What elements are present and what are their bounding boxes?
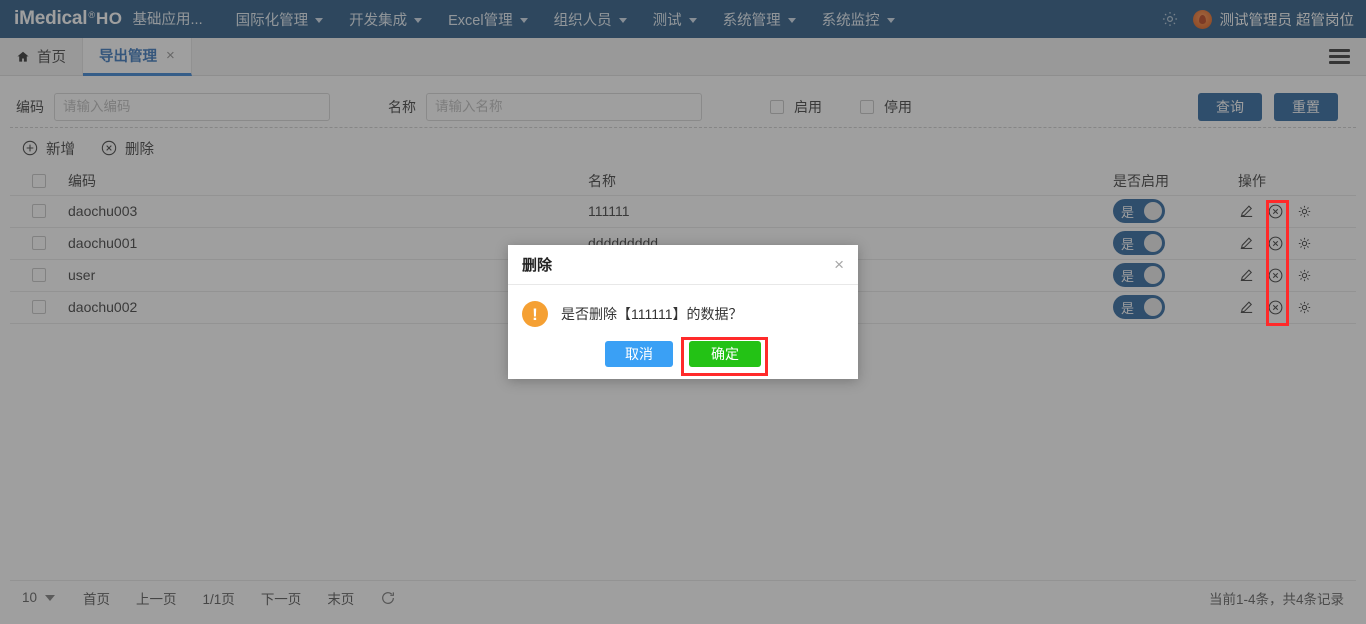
dialog-message: 是否删除【111111】的数据？ (561, 304, 743, 324)
delete-confirm-dialog: 删除 × ! 是否删除【111111】的数据？ 取消 确定 (508, 245, 858, 379)
dialog-footer: 取消 确定 (508, 341, 858, 367)
confirm-button[interactable]: 确定 (689, 341, 761, 367)
dialog-body: ! 是否删除【111111】的数据？ (508, 285, 858, 327)
warning-icon: ! (522, 301, 548, 327)
application-window: iMedical ® HO 基础应用... 国际化管理 开发集成 Excel管理… (0, 0, 1366, 624)
close-icon[interactable]: × (834, 256, 844, 273)
dialog-header: 删除 × (508, 245, 858, 285)
dialog-title: 删除 (522, 254, 552, 275)
cancel-button[interactable]: 取消 (605, 341, 673, 367)
